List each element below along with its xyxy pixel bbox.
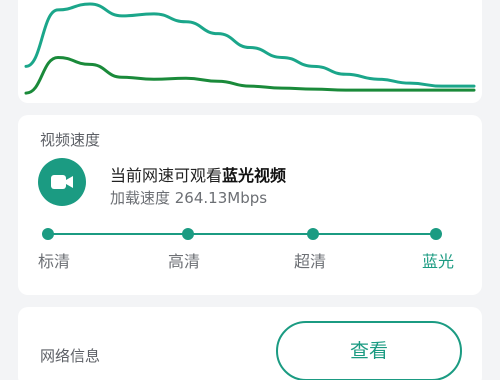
chart-line-lower — [24, 55, 476, 95]
quality-dot-sd — [42, 228, 54, 240]
load-speed-text: 加载速度 264.13Mbps — [110, 189, 268, 207]
view-network-button[interactable]: 查看 — [276, 321, 462, 380]
video-speed-card: 视频速度 当前网速可观看蓝光视频 加载速度 264.13Mbps 标清 高清 超… — [18, 115, 482, 295]
quality-label-hd: 高清 — [168, 252, 201, 271]
quality-label-bluray: 蓝光 — [422, 252, 455, 271]
headline-quality: 蓝光视频 — [222, 166, 287, 185]
quality-dot-fhd — [307, 228, 319, 240]
chart-line-upper — [24, 2, 476, 88]
quality-dot-bluray — [430, 228, 442, 240]
video-camera-icon — [38, 158, 86, 206]
quality-track — [48, 233, 436, 235]
video-speed-title: 视频速度 — [40, 131, 101, 149]
quality-dot-hd — [182, 228, 194, 240]
headline-prefix: 当前网速可观看 — [110, 166, 223, 185]
network-info-title: 网络信息 — [40, 347, 101, 365]
speed-chart-card — [18, 0, 482, 103]
network-info-card: 网络信息 查看 — [18, 307, 482, 380]
quality-label-fhd: 超清 — [294, 252, 327, 271]
quality-label-sd: 标清 — [38, 252, 71, 271]
speed-chart — [24, 2, 476, 95]
playable-quality-text: 当前网速可观看蓝光视频 — [110, 162, 286, 186]
